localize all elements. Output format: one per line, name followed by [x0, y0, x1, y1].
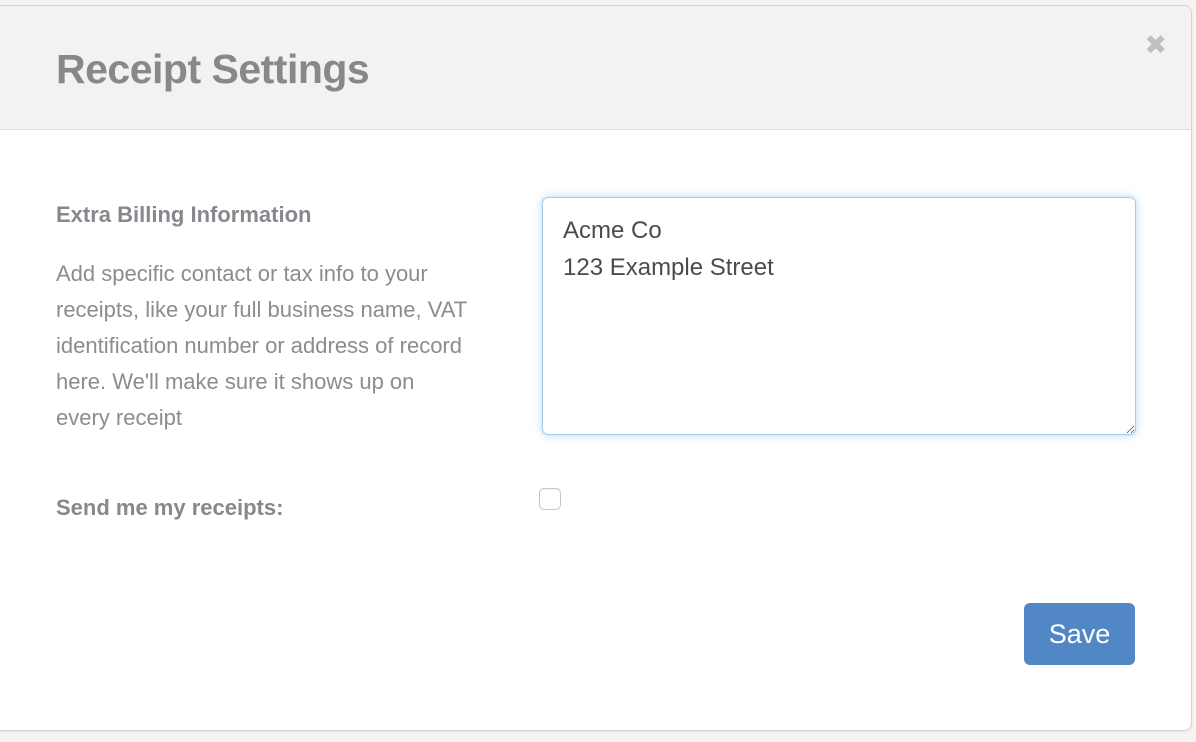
extra-billing-heading: Extra Billing Information: [56, 202, 311, 228]
send-receipts-checkbox[interactable]: [539, 488, 561, 510]
receipt-settings-modal: Receipt Settings ✖ Extra Billing Informa…: [0, 5, 1192, 731]
modal-header: Receipt Settings ✖: [0, 6, 1191, 130]
close-icon[interactable]: ✖: [1144, 32, 1167, 59]
page-title: Receipt Settings: [56, 46, 369, 93]
send-receipts-label: Send me my receipts:: [56, 495, 283, 521]
extra-billing-description: Add specific contact or tax info to your…: [56, 256, 474, 436]
save-button[interactable]: Save: [1024, 603, 1135, 665]
billing-info-textarea[interactable]: Acme Co 123 Example Street: [542, 197, 1136, 435]
page-background: Receipt Settings ✖ Extra Billing Informa…: [0, 0, 1196, 742]
